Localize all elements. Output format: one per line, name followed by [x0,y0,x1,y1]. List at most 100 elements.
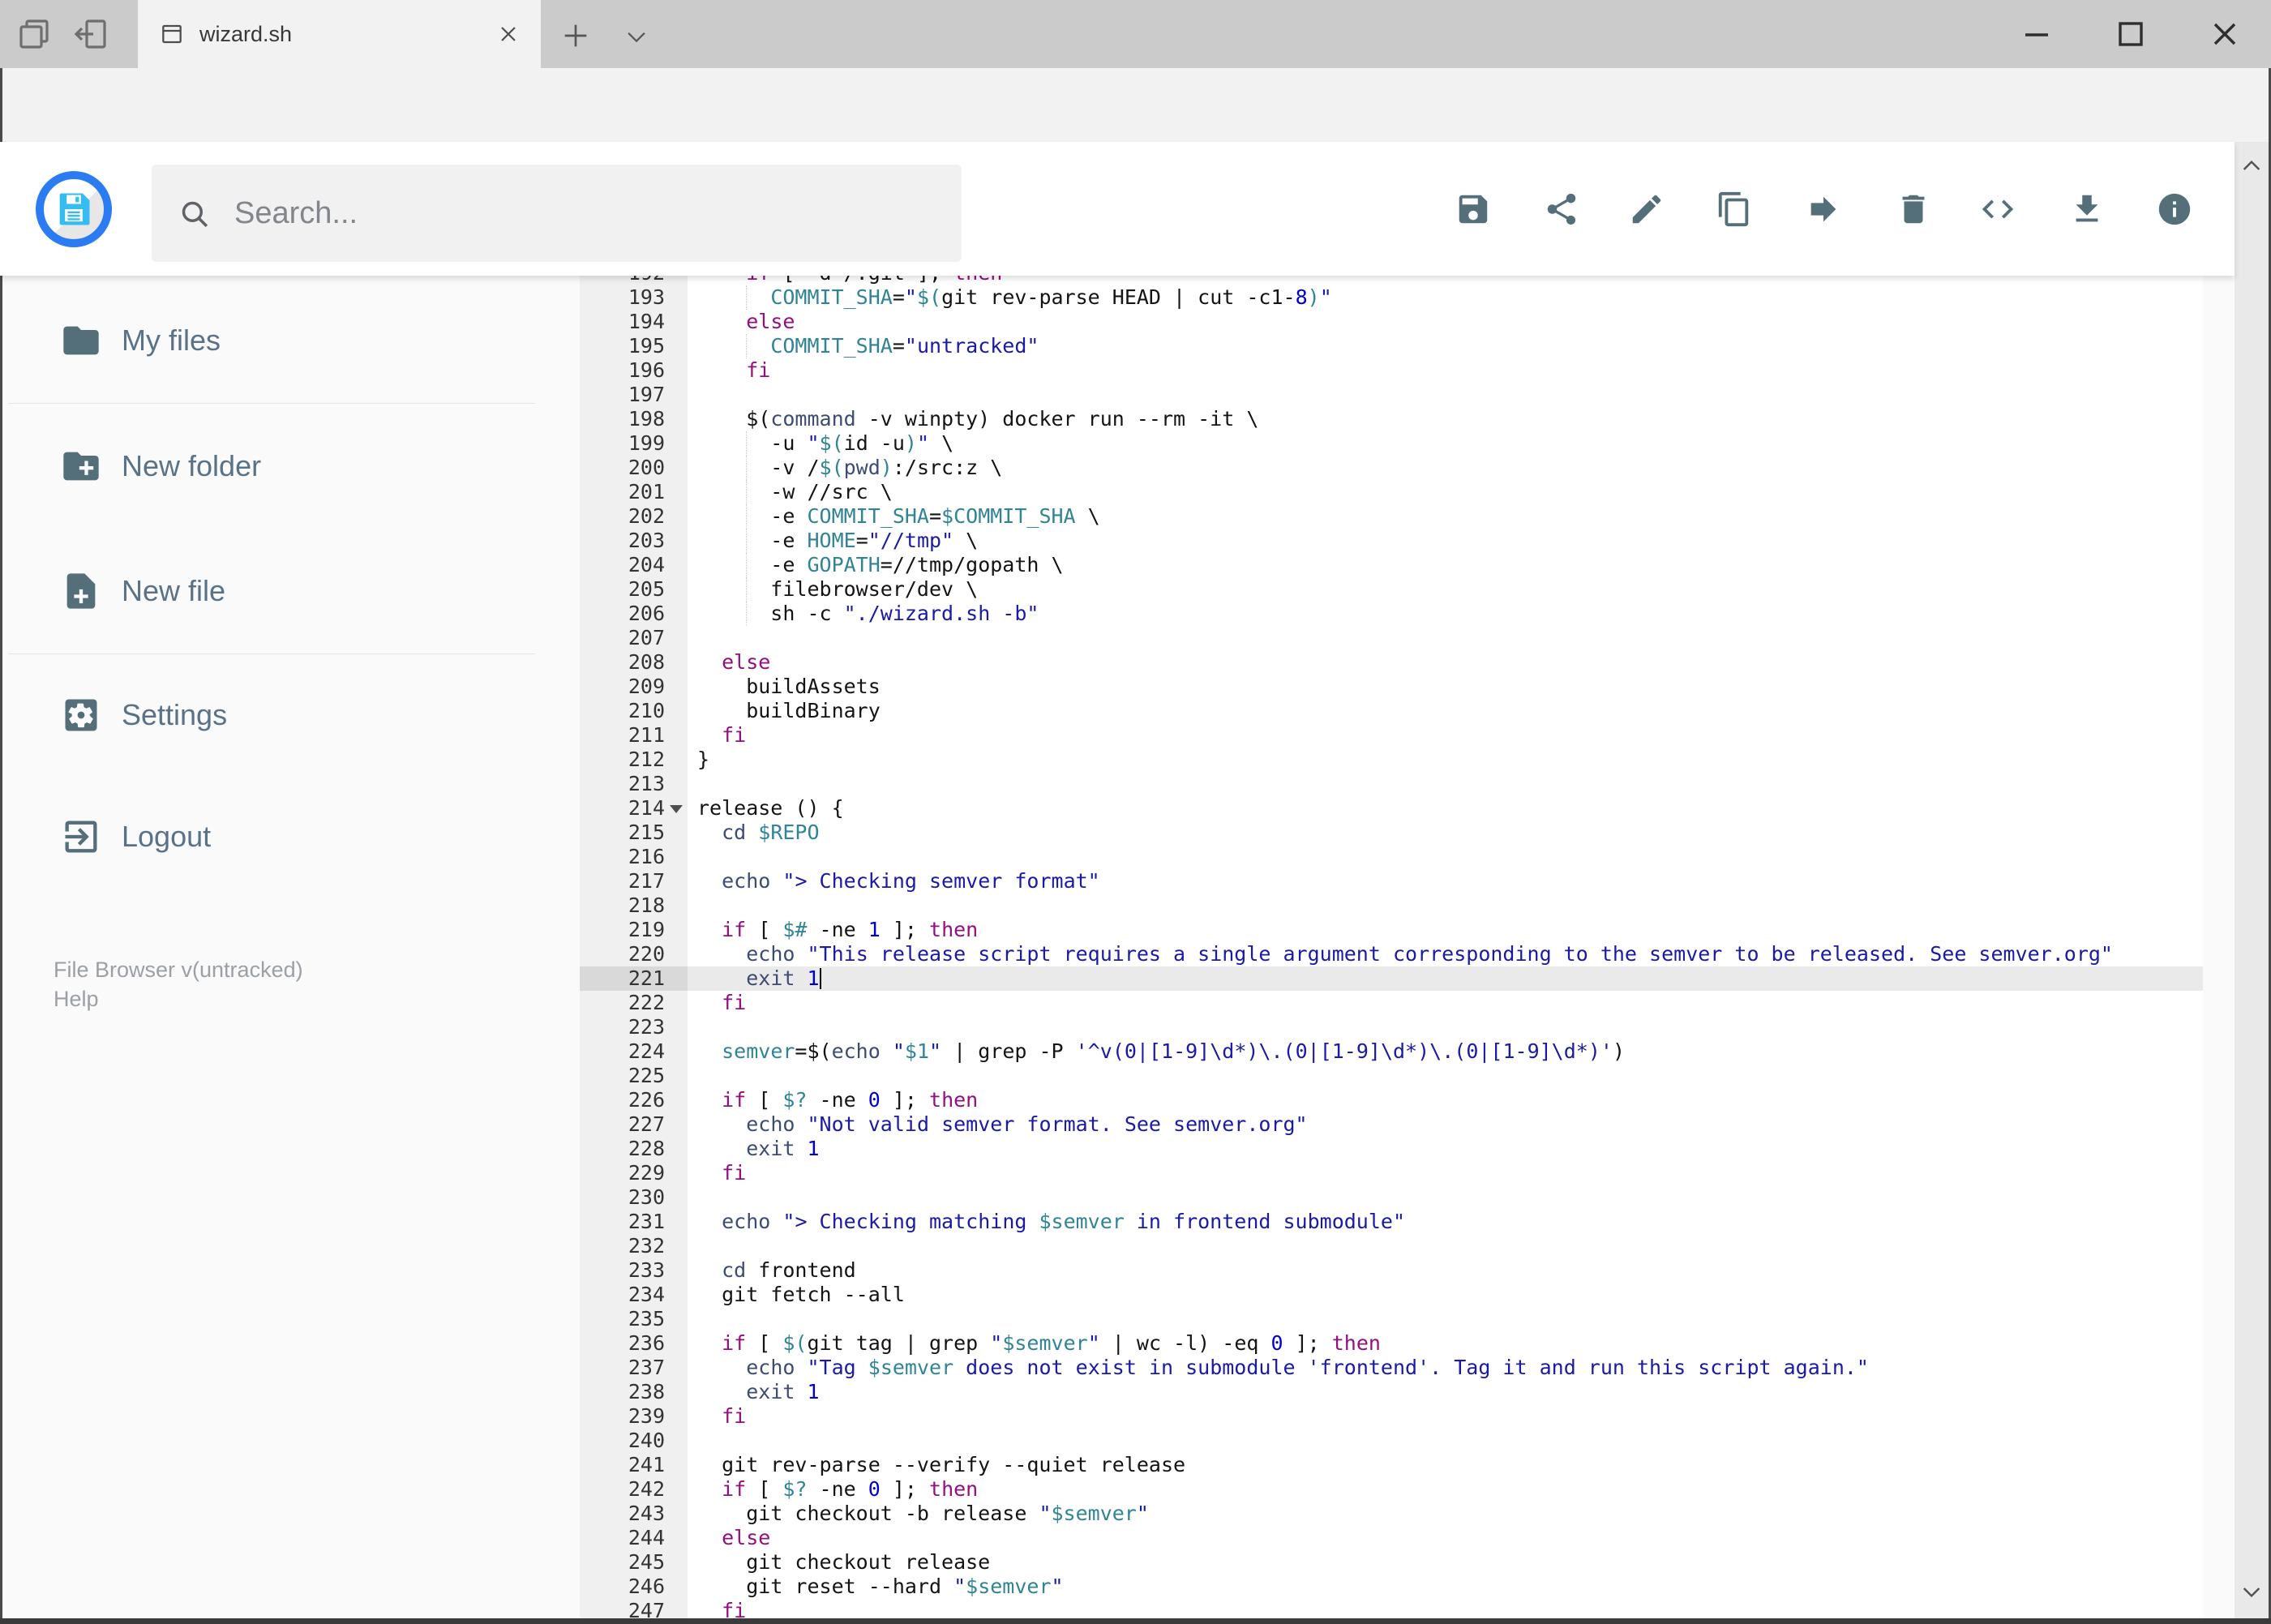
code-line[interactable]: echo "Tag $semver does not exist in subm… [688,1356,2203,1380]
code-line[interactable] [688,1015,2203,1039]
tab-close-icon[interactable] [495,21,521,47]
code-line[interactable]: cd $REPO [688,821,2203,845]
code-token: if [722,918,747,941]
code-line[interactable]: git reset --hard "$semver" [688,1575,2203,1599]
code-line[interactable]: fi [688,1599,2203,1618]
code-line[interactable] [688,1234,2203,1258]
code-line[interactable]: fi [688,358,2203,383]
new-tab-button[interactable] [559,19,592,52]
code-line[interactable]: else [688,650,2203,675]
code-line[interactable]: exit 1 [688,966,2203,991]
code-line[interactable]: -w //src \ [688,480,2203,504]
share-button[interactable] [1543,191,1580,228]
code-line[interactable]: git checkout release [688,1550,2203,1575]
code-line[interactable] [688,1185,2203,1210]
code-line[interactable]: else [688,1526,2203,1550]
code-line[interactable] [688,1307,2203,1331]
code-line[interactable]: } [688,748,2203,772]
raw-view-button[interactable] [1979,191,2016,228]
code-line[interactable]: semver=$(echo "$1" | grep -P '^v(0|[1-9]… [688,1039,2203,1064]
code-line[interactable] [688,383,2203,407]
code-token: ) [904,431,917,455]
folder-plus-icon [60,445,102,487]
set-aside-tabs-icon[interactable] [71,15,110,54]
code-line[interactable]: if [ -d /.git ]; then [688,276,2203,285]
copy-button[interactable] [1716,191,1753,228]
code-line[interactable]: echo "> Checking semver format" [688,869,2203,893]
code-line[interactable]: sh -c "./wizard.sh -b" [688,602,2203,626]
code-line[interactable]: -e GOPATH=//tmp/gopath \ [688,553,2203,577]
code-line[interactable]: exit 1 [688,1380,2203,1404]
code-token: "> Checking semver format" [782,869,1100,893]
info-button[interactable] [2156,191,2193,228]
search-input[interactable] [233,165,933,262]
code-line[interactable]: fi [688,1161,2203,1185]
browser-tab[interactable]: wizard.sh [138,0,541,68]
code-line[interactable]: COMMIT_SHA="$(git rev-parse HEAD | cut -… [688,285,2203,310]
code-editor[interactable]: 1921931941951961971981992002012022032042… [580,276,2203,1618]
code-token: [ -d /.git ]; [770,276,953,285]
line-number: 209 [628,675,665,698]
download-button[interactable] [2068,191,2106,228]
help-link[interactable]: Help [54,984,99,1013]
sidebar-item-settings[interactable]: Settings [0,689,568,741]
tab-list-chevron-icon[interactable] [623,23,650,50]
code-line[interactable]: filebrowser/dev \ [688,577,2203,602]
code-line[interactable]: fi [688,1404,2203,1429]
scroll-up-icon[interactable] [2239,153,2265,179]
page-scrollbar[interactable] [2235,142,2269,1618]
filebrowser-logo[interactable] [36,171,112,247]
code-line[interactable]: if [ $? -ne 0 ]; then [688,1477,2203,1502]
sidebar-item-new-file[interactable]: New file [0,565,568,617]
code-line[interactable]: if [ $? -ne 0 ]; then [688,1088,2203,1112]
code-line[interactable]: -e COMMIT_SHA=$COMMIT_SHA \ [688,504,2203,529]
window-close-button[interactable] [2205,15,2244,54]
move-button[interactable] [1805,191,1842,228]
code-line[interactable]: -u "$(id -u)" \ [688,431,2203,456]
code-line[interactable] [688,772,2203,796]
code-line[interactable]: buildBinary [688,699,2203,723]
code-line[interactable]: git rev-parse --verify --quiet release [688,1453,2203,1477]
code-line[interactable] [688,1064,2203,1088]
code-line[interactable]: cd frontend [688,1258,2203,1283]
code-line[interactable] [688,845,2203,869]
code-line[interactable]: echo "> Checking matching $semver in fro… [688,1210,2203,1234]
code-line[interactable]: $(command -v winpty) docker run --rm -it… [688,407,2203,431]
code-line[interactable]: echo "Not valid semver format. See semve… [688,1112,2203,1137]
sidebar-item-my-files[interactable]: My files [0,315,568,366]
sidebar-item-new-folder[interactable]: New folder [0,440,568,492]
code-line[interactable]: else [688,310,2203,334]
sidebar-item-logout[interactable]: Logout [0,811,568,863]
edit-button[interactable] [1628,191,1665,228]
code-line[interactable]: fi [688,991,2203,1015]
line-number: 246 [628,1575,665,1598]
code-line[interactable]: git checkout -b release "$semver" [688,1502,2203,1526]
code-line[interactable]: -v /$(pwd):/src:z \ [688,456,2203,480]
code-line[interactable]: fi [688,723,2203,748]
code-line[interactable]: COMMIT_SHA="untracked" [688,334,2203,358]
delete-button[interactable] [1895,191,1932,228]
code-line[interactable]: if [ $# -ne 1 ]; then [688,918,2203,942]
window-maximize-button[interactable] [2111,15,2150,54]
search-bar[interactable] [152,165,962,262]
save-button[interactable] [1455,191,1492,228]
tab-preview-icon[interactable] [15,15,54,54]
code-line[interactable] [688,1429,2203,1453]
scroll-down-icon[interactable] [2239,1579,2265,1605]
code-line[interactable]: release () { [688,796,2203,821]
code-line[interactable] [688,626,2203,650]
code-line[interactable] [688,893,2203,918]
code-line[interactable]: exit 1 [688,1137,2203,1161]
window-minimize-button[interactable] [2017,15,2056,54]
code-line[interactable]: buildAssets [688,675,2203,699]
code-line[interactable]: echo "This release script requires a sin… [688,942,2203,966]
code-token: ) [1612,1039,1625,1063]
code-token: = [892,285,905,309]
code-line[interactable]: if [ $(git tag | grep "$semver" | wc -l)… [688,1331,2203,1356]
code-token: -e [697,504,808,528]
line-number: 215 [628,821,665,844]
code-line[interactable]: git fetch --all [688,1283,2203,1307]
fold-arrow-icon[interactable] [670,805,683,813]
code-line[interactable]: -e HOME="//tmp" \ [688,529,2203,553]
